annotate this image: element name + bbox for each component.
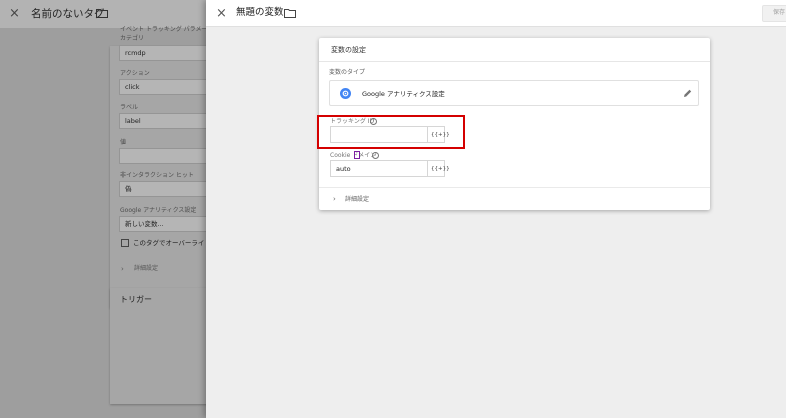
variable-type-selector[interactable]: Google アナリティクス設定: [329, 80, 699, 106]
variable-title[interactable]: 無題の変数: [236, 7, 284, 19]
category-label: カテゴリ: [120, 35, 145, 42]
card-header: 変数の設定: [319, 38, 710, 62]
value-label: 値: [120, 139, 127, 146]
action-label: アクション: [120, 70, 150, 77]
trigger-title: トリガー: [120, 295, 152, 304]
action-field[interactable]: click: [119, 79, 219, 95]
override-checkbox-label: このタグでオーバーライド設: [133, 239, 218, 247]
non-interaction-select[interactable]: 偽: [119, 181, 219, 197]
variable-type-label: 変数のタイプ: [329, 69, 366, 76]
ga-settings-label: Google アナリティクス設定: [120, 207, 197, 214]
google-analytics-settings-icon: [340, 88, 351, 99]
cookie-domain-variable-picker[interactable]: {{+}}: [427, 160, 450, 177]
variable-panel: × 無題の変数 保存 変数の設定 変数のタイプ Google アナリティクス設定…: [206, 0, 786, 418]
override-checkbox[interactable]: [121, 239, 129, 247]
value-field[interactable]: [119, 148, 219, 164]
ga-settings-select[interactable]: 新しい変数...: [119, 216, 219, 232]
tag-advanced-settings[interactable]: 詳細設定: [134, 265, 158, 273]
label-label: ラベル: [120, 104, 139, 111]
non-interaction-label: 非インタラクション ヒット: [120, 172, 194, 179]
category-field[interactable]: rcmdp: [119, 45, 219, 61]
variable-panel-topbar: × 無題の変数 保存: [206, 0, 786, 27]
card-divider: [319, 187, 710, 188]
tracking-id-highlight: [317, 115, 465, 149]
folder-icon[interactable]: [284, 8, 296, 18]
tag-title[interactable]: 名前のないタグ: [31, 7, 105, 21]
close-icon[interactable]: ×: [216, 6, 227, 21]
event-params-label: イベント トラッキング パラメータ: [120, 26, 214, 33]
chevron-right-icon[interactable]: ›: [333, 195, 336, 203]
chevron-right-icon[interactable]: ›: [121, 265, 124, 273]
text-cursor-icon: [354, 151, 360, 159]
pencil-icon[interactable]: [682, 88, 693, 99]
help-icon[interactable]: ?: [372, 152, 379, 159]
variable-type-name: Google アナリティクス設定: [362, 90, 445, 98]
label-field[interactable]: label: [119, 113, 219, 129]
trigger-card[interactable]: [110, 288, 220, 404]
cookie-domain-input[interactable]: auto: [330, 160, 428, 177]
tag-close-icon[interactable]: ×: [9, 6, 20, 22]
advanced-settings-toggle[interactable]: 詳細設定: [345, 196, 369, 204]
folder-icon[interactable]: [96, 8, 108, 18]
card-title: 変数の設定: [331, 46, 366, 54]
save-button-label: 保存: [773, 9, 786, 16]
save-button[interactable]: 保存: [762, 5, 786, 22]
